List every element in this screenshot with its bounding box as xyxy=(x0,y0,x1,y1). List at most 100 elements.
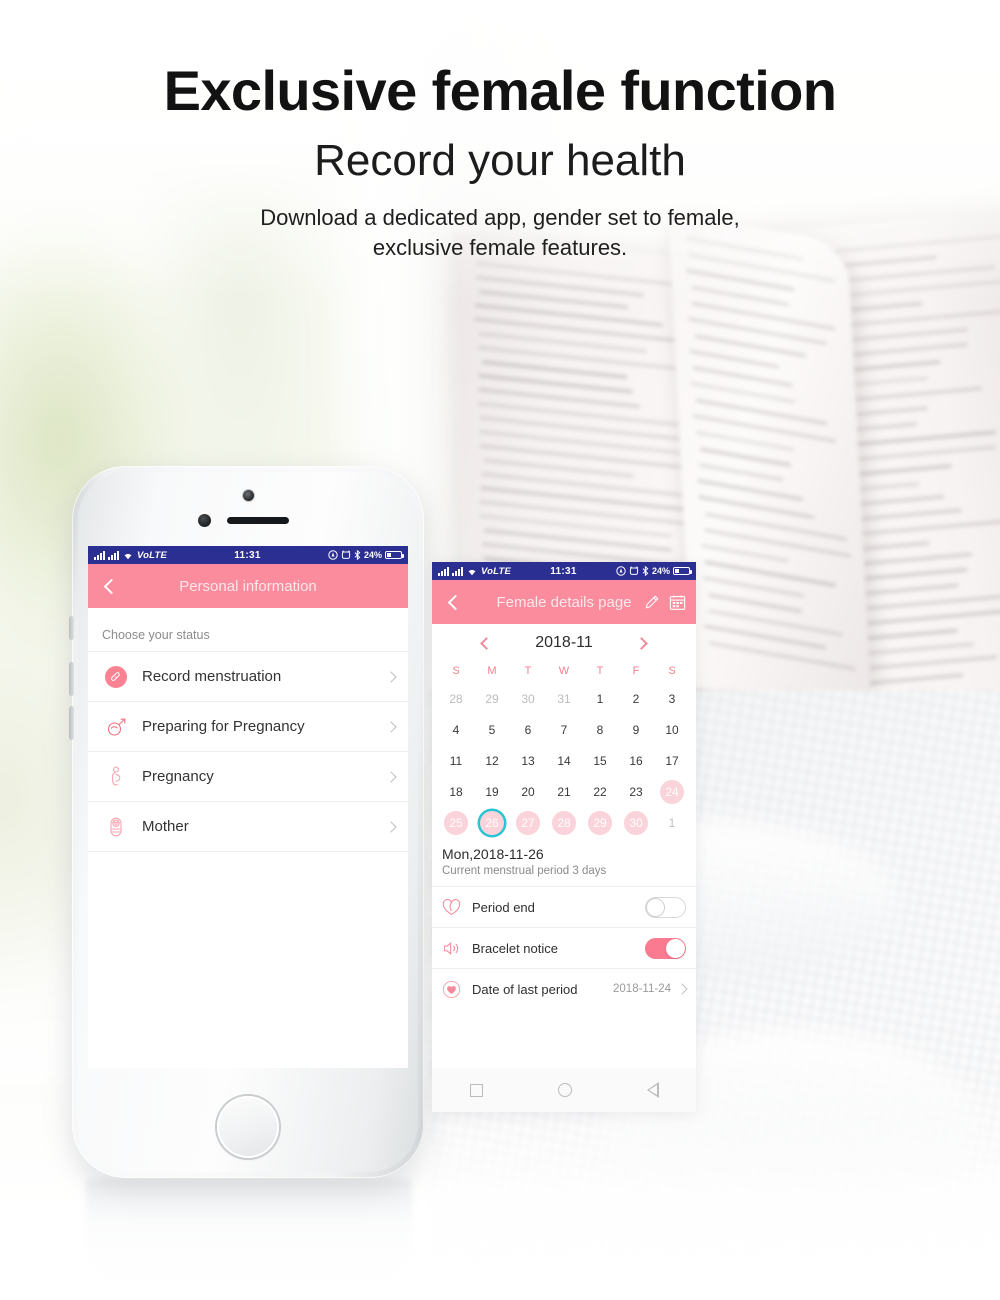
chevron-right-icon[interactable] xyxy=(634,636,648,650)
calendar-day-15[interactable]: 15 xyxy=(582,745,618,776)
period-end-toggle[interactable] xyxy=(645,896,686,918)
list-item-mother[interactable]: Mother xyxy=(88,802,408,852)
signal-bars-icon xyxy=(94,550,105,560)
alarm-icon xyxy=(629,566,639,575)
row-label: Date of last period xyxy=(472,981,578,997)
home-circle-icon[interactable] xyxy=(557,1083,572,1097)
calendar-day-28[interactable]: 28 xyxy=(546,807,582,838)
chevron-left-icon[interactable] xyxy=(103,578,120,594)
calendar-day-29[interactable]: 29 xyxy=(582,807,618,838)
calendar-day-26[interactable]: 26 xyxy=(474,807,510,838)
calendar-day-30[interactable]: 30 xyxy=(510,683,546,714)
calendar-day-13[interactable]: 13 xyxy=(510,745,546,776)
calendar-day-21[interactable]: 21 xyxy=(546,776,582,807)
calendar-day-28[interactable]: 28 xyxy=(438,683,474,714)
silent-switch[interactable] xyxy=(69,616,74,640)
status-time: 11:31 xyxy=(234,549,261,561)
battery-icon xyxy=(673,567,692,575)
chevron-right-icon[interactable] xyxy=(385,820,397,833)
calendar-day-number: 19 xyxy=(485,784,499,799)
chevron-left-icon[interactable] xyxy=(447,594,464,610)
volume-down-button[interactable] xyxy=(69,706,74,740)
calendar-month-label: 2018-11 xyxy=(535,634,593,651)
calendar-day-5[interactable]: 5 xyxy=(474,714,510,745)
calendar-day-31[interactable]: 31 xyxy=(546,683,582,714)
row-period-end[interactable]: Period end xyxy=(432,886,696,927)
back-triangle-icon[interactable] xyxy=(646,1082,659,1098)
calendar-day-17[interactable]: 17 xyxy=(654,745,690,776)
calendar-day-number: 22 xyxy=(593,784,607,799)
bluetooth-icon xyxy=(642,566,649,576)
calendar-day-10[interactable]: 10 xyxy=(654,714,690,745)
page-title: Exclusive female function xyxy=(163,59,837,122)
calendar-day-number: 18 xyxy=(449,784,463,799)
calendar-day-19[interactable]: 19 xyxy=(474,776,510,807)
calendar-day-20[interactable]: 20 xyxy=(510,776,546,807)
list-item-pregnancy[interactable]: Pregnancy xyxy=(88,752,408,802)
front-camera-icon xyxy=(198,514,211,527)
calendar-day-29[interactable]: 29 xyxy=(474,683,510,714)
chevron-right-icon[interactable] xyxy=(385,670,397,683)
pen-edit-icon[interactable] xyxy=(643,594,660,611)
calendar-day-number: 5 xyxy=(488,722,496,737)
calendar-day-number: 9 xyxy=(632,722,640,737)
calendar-day-18[interactable]: 18 xyxy=(438,776,474,807)
volume-up-button[interactable] xyxy=(69,662,74,696)
calendar-day-8[interactable]: 8 xyxy=(582,714,618,745)
chevron-left-icon[interactable] xyxy=(480,636,494,650)
row-label: Bracelet notice xyxy=(472,940,558,956)
chevron-right-icon[interactable] xyxy=(385,720,397,733)
row-date-of-last-period[interactable]: Date of last period 2018-11-24 xyxy=(432,968,696,1009)
calendar-day-22[interactable]: 22 xyxy=(582,776,618,807)
iphone-reflection xyxy=(86,1178,412,1286)
calendar-day-14[interactable]: 14 xyxy=(546,745,582,776)
calendar-day-23[interactable]: 23 xyxy=(618,776,654,807)
chevron-right-icon[interactable] xyxy=(676,983,688,995)
calendar-day-6[interactable]: 6 xyxy=(510,714,546,745)
calendar-day-11[interactable]: 11 xyxy=(438,745,474,776)
calendar-day-number: 14 xyxy=(557,753,571,768)
calendar-day-number: 16 xyxy=(629,753,643,768)
recent-apps-square-icon[interactable] xyxy=(469,1083,483,1097)
status-time: 11:31 xyxy=(550,565,577,577)
calendar-icon[interactable] xyxy=(669,594,686,611)
bracelet-notice-toggle[interactable] xyxy=(645,937,686,959)
list-item-record-menstruation[interactable]: Record menstruation xyxy=(88,652,408,702)
section-label: Choose your status xyxy=(102,628,210,642)
bluetooth-icon xyxy=(354,550,361,560)
calendar-day-number: 26 xyxy=(480,810,504,835)
calendar-day-2[interactable]: 2 xyxy=(618,683,654,714)
page-description: Download a dedicated app, gender set to … xyxy=(0,203,1000,262)
calendar-day-number: 1 xyxy=(668,815,676,830)
pregnant-woman-icon xyxy=(104,765,128,789)
home-button[interactable] xyxy=(217,1096,279,1158)
list-item-label: Pregnancy xyxy=(142,768,214,785)
calendar-day-27[interactable]: 27 xyxy=(510,807,546,838)
calendar-day-4[interactable]: 4 xyxy=(438,714,474,745)
calendar-day-7[interactable]: 7 xyxy=(546,714,582,745)
page-description-line2: exclusive female features. xyxy=(372,234,628,260)
list-item-preparing-for-pregnancy[interactable]: Preparing for Pregnancy xyxy=(88,702,408,752)
weekday-header: F xyxy=(632,665,640,677)
calendar-day-24[interactable]: 24 xyxy=(654,776,690,807)
calendar-day-25[interactable]: 25 xyxy=(438,807,474,838)
row-value: 2018-11-24 xyxy=(613,983,671,995)
calendar-day-number: 20 xyxy=(521,784,535,799)
calendar-day-3[interactable]: 3 xyxy=(654,683,690,714)
calendar-day-1[interactable]: 1 xyxy=(654,807,690,838)
calendar-day-12[interactable]: 12 xyxy=(474,745,510,776)
calendar-day-number: 8 xyxy=(596,722,604,737)
row-bracelet-notice[interactable]: Bracelet notice xyxy=(432,927,696,968)
marketing-headings: Exclusive female function Record your he… xyxy=(0,0,1000,263)
calendar-day-9[interactable]: 9 xyxy=(618,714,654,745)
android-screen: VoLTE 11:31 24% Female details page 2018… xyxy=(432,562,696,1009)
calendar-day-30[interactable]: 30 xyxy=(618,807,654,838)
chevron-right-icon[interactable] xyxy=(385,770,397,783)
status-left-group: VoLTE xyxy=(94,550,167,561)
right-app-bar: Female details page xyxy=(432,580,696,624)
calendar-day-number: 29 xyxy=(485,691,499,706)
calendar-day-number: 13 xyxy=(521,753,535,768)
calendar-day-1[interactable]: 1 xyxy=(582,683,618,714)
calendar-day-16[interactable]: 16 xyxy=(618,745,654,776)
toggle-knob xyxy=(666,938,685,958)
